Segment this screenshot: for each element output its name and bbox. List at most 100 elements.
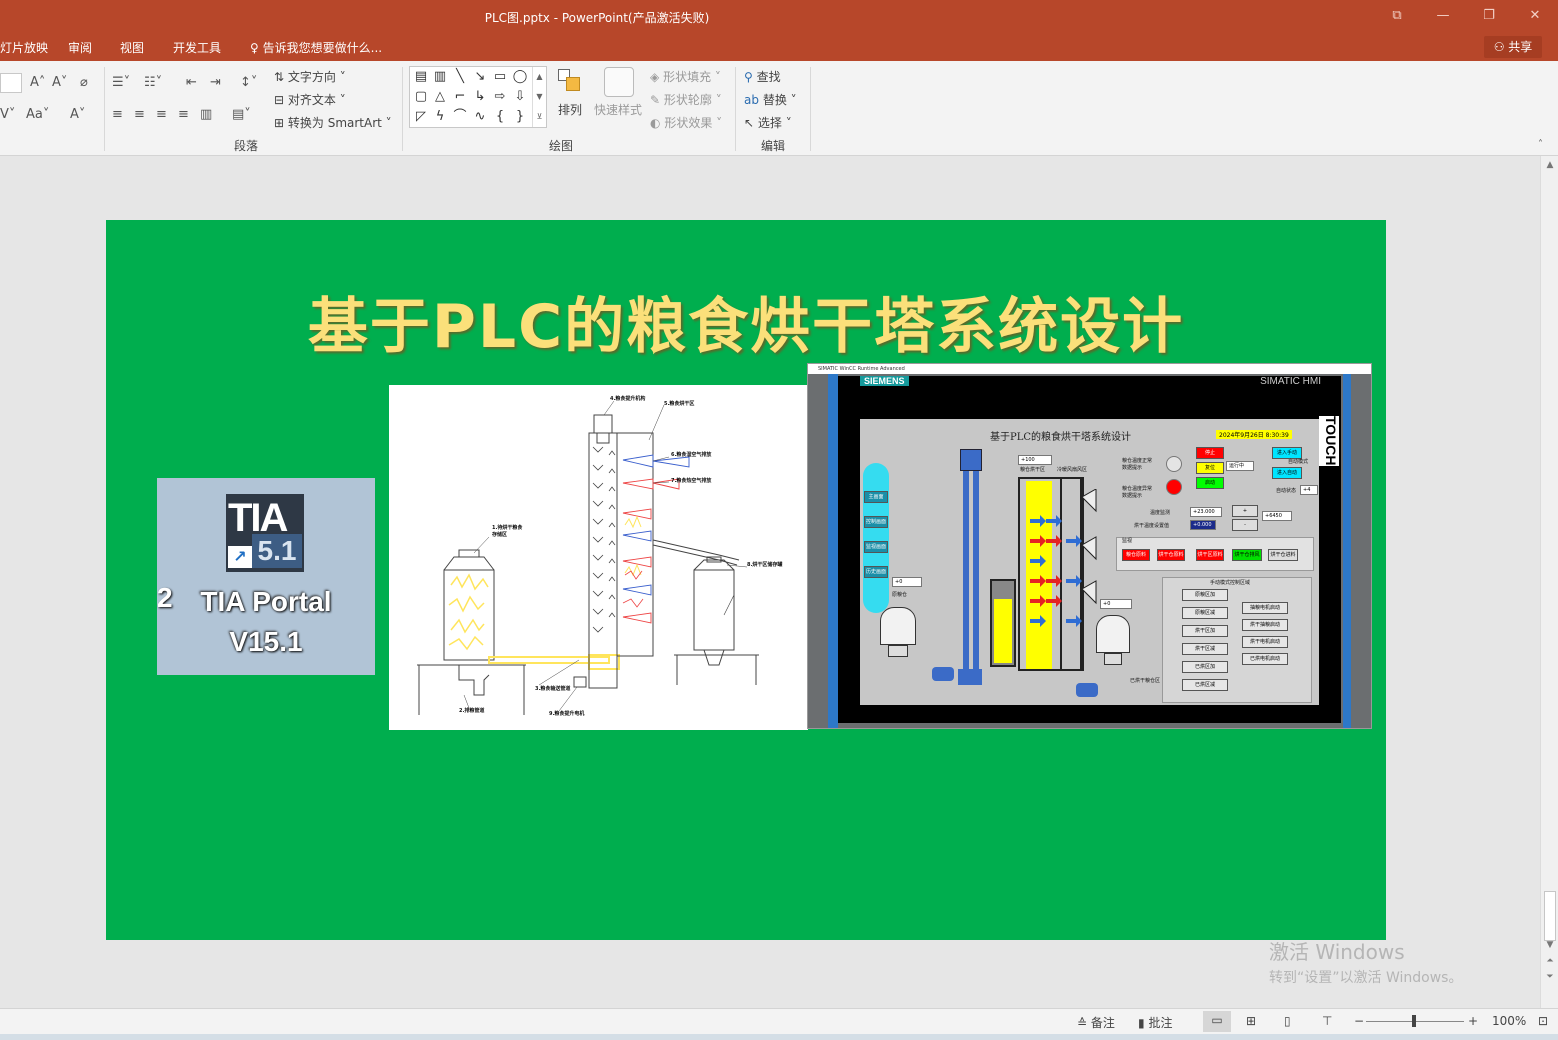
manual-dried-sub[interactable]: 已烘区减 [1182, 679, 1228, 691]
curve-shape-icon[interactable]: ∿ [472, 109, 488, 125]
tab-view[interactable]: 视图 [120, 39, 144, 56]
justify-icon[interactable]: ≡ [178, 107, 189, 122]
align-left-icon[interactable]: ≡ [112, 107, 123, 122]
auto-mode-button[interactable]: 进入自动 [1272, 467, 1302, 479]
slide[interactable]: 基于PLC的粮食烘干塔系统设计 TIA 5.1 ↗ 2 TIA Portal V… [106, 220, 1386, 940]
increase-indent-icon[interactable]: ⇥ [210, 75, 221, 90]
vertical-textbox-shape-icon[interactable]: ▥ [432, 69, 448, 85]
elbow-arrow-shape-icon[interactable]: ↳ [472, 89, 488, 105]
elbow-connector-shape-icon[interactable]: ⌐ [452, 89, 468, 105]
slide-sorter-icon[interactable]: ⊞ [1246, 1014, 1256, 1028]
text-shadow-icon[interactable]: V˅ [0, 107, 15, 122]
select-button[interactable]: ↖ 选择 ˅ [744, 114, 792, 131]
previous-slide-icon[interactable]: ⏶ [1544, 956, 1556, 966]
change-case-icon[interactable]: Aa˅ [26, 107, 49, 122]
line-spacing-icon[interactable]: ↕˅ [240, 75, 257, 90]
zoom-in-icon[interactable]: + [1468, 1014, 1478, 1028]
restore-icon[interactable]: ❐ [1477, 6, 1501, 26]
manual-dry-sub[interactable]: 烘干区减 [1182, 643, 1228, 655]
clear-format-icon[interactable]: ⌀ [80, 75, 88, 90]
gallery-scroll[interactable]: ▲ ▼ ⊻ [532, 67, 546, 127]
next-slide-icon[interactable]: ⏷ [1544, 972, 1556, 982]
right-brace-shape-icon[interactable]: } [512, 109, 528, 125]
oval-shape-icon[interactable]: ◯ [512, 69, 528, 85]
freeform-shape-icon[interactable]: ◸ [413, 109, 429, 125]
close-icon[interactable]: ✕ [1523, 6, 1547, 26]
dried-silo-field[interactable]: +0 [1100, 599, 1132, 609]
replace-button[interactable]: ab 替换 ˅ [744, 91, 797, 108]
decrease-button[interactable]: - [1232, 519, 1258, 531]
line-shape-icon[interactable]: ╲ [452, 69, 468, 85]
zoom-out-icon[interactable]: − [1354, 1014, 1364, 1028]
dryer-process-diagram[interactable]: 4.粮食提升机构 5.粮食烘干区 6.粮食湿空气排放 7.粮食热空气排放 1.待… [389, 385, 808, 730]
top-level-field[interactable]: +100 [1018, 455, 1052, 465]
rounded-rect-shape-icon[interactable]: ▢ [413, 89, 429, 105]
comments-button[interactable]: ▮ 批注 [1138, 1014, 1172, 1031]
nav-history-screen[interactable]: 历史画面 [864, 566, 888, 578]
tia-portal-image[interactable]: TIA 5.1 ↗ 2 TIA Portal V15.1 [157, 478, 375, 675]
increase-button[interactable]: + [1232, 505, 1258, 517]
nav-control-screen[interactable]: 控制画面 [864, 516, 888, 528]
tell-me-box[interactable]: ♀ 告诉我您想要做什么... [250, 39, 382, 56]
font-color-icon[interactable]: A˅ [70, 107, 85, 122]
scroll-thumb[interactable] [1544, 891, 1556, 941]
zoom-level[interactable]: 100% [1492, 1014, 1526, 1028]
arrange-button[interactable]: 排列 [558, 101, 582, 118]
nav-main-screen[interactable]: 主画面 [864, 491, 888, 503]
fit-to-window-icon[interactable]: ⊡ [1538, 1014, 1548, 1028]
slideshow-view-icon[interactable]: ⊤ [1322, 1014, 1332, 1028]
decrease-indent-icon[interactable]: ⇤ [186, 75, 197, 90]
zoom-slider-thumb[interactable] [1412, 1015, 1416, 1027]
ribbon-display-options-icon[interactable]: ⧉ [1385, 6, 1409, 26]
reset-button[interactable]: 复位 [1196, 462, 1224, 474]
shape-effects-button[interactable]: ◐ 形状效果 ˅ [650, 114, 722, 131]
minimize-icon[interactable]: — [1431, 6, 1455, 26]
decrease-font-icon[interactable]: A˅ [52, 75, 67, 90]
quick-styles-button[interactable]: 快速样式 [594, 101, 642, 118]
align-text-button[interactable]: ⊟ 对齐文本 ˅ [274, 91, 346, 108]
align-right-icon[interactable]: ≡ [156, 107, 167, 122]
manual-feed-motor[interactable]: 抽粮电机启动 [1242, 602, 1288, 614]
bullets-icon[interactable]: ☰˅ [112, 75, 130, 90]
tab-slideshow[interactable]: 幻灯片放映 [0, 39, 48, 56]
manual-dried-motor[interactable]: 已烘电机启动 [1242, 653, 1288, 665]
normal-view-icon[interactable]: ▭ [1203, 1011, 1231, 1032]
notes-button[interactable]: ≙ 备注 [1077, 1014, 1115, 1031]
scroll-up-icon[interactable]: ▲ [1544, 160, 1556, 170]
manual-dry-feed[interactable]: 烘干抽粮启动 [1242, 619, 1288, 631]
scribble-shape-icon[interactable]: ϟ [432, 109, 448, 125]
tab-review[interactable]: 审阅 [68, 39, 92, 56]
tab-developer[interactable]: 开发工具 [173, 39, 221, 56]
right-arrow-shape-icon[interactable]: ⇨ [492, 89, 508, 105]
collapse-ribbon-icon[interactable]: ˄ [1538, 139, 1543, 150]
stop-button[interactable]: 停止 [1196, 447, 1224, 459]
align-center-icon[interactable]: ≡ [134, 107, 145, 122]
textbox-shape-icon[interactable]: ▤ [413, 69, 429, 85]
shapes-gallery[interactable]: ▤ ▥ ╲ ↘ ▭ ◯ ▢ △ ⌐ ↳ ⇨ ⇩ ◸ ϟ ⌒ ∿ { } ▲ ▼ ⊻ [409, 66, 547, 128]
distribute-icon[interactable]: ▥ [200, 107, 212, 122]
manual-dry-motor[interactable]: 烘干电机启动 [1242, 636, 1288, 648]
nav-monitor-screen[interactable]: 监视画面 [864, 541, 888, 553]
down-arrow-shape-icon[interactable]: ⇩ [512, 89, 528, 105]
columns-icon[interactable]: ▤˅ [232, 107, 251, 122]
share-button[interactable]: ⚇ 共享 [1484, 36, 1542, 58]
font-size-input[interactable] [0, 73, 22, 93]
numbering-icon[interactable]: ☷˅ [144, 75, 162, 90]
scroll-down-icon[interactable]: ▼ [1544, 940, 1556, 950]
manual-dried-add[interactable]: 已烘区加 [1182, 661, 1228, 673]
shape-fill-button[interactable]: ◈ 形状填充 ˅ [650, 68, 721, 85]
arc-shape-icon[interactable]: ⌒ [452, 109, 468, 125]
temp-setpoint-field[interactable]: +0.000 [1190, 520, 1216, 530]
left-brace-shape-icon[interactable]: { [492, 109, 508, 125]
manual-dry-add[interactable]: 烘干区加 [1182, 625, 1228, 637]
wincc-hmi-screenshot[interactable]: SIMATIC WinCC Runtime Advanced SIEMENS S… [807, 363, 1372, 729]
reading-view-icon[interactable]: ▯ [1284, 1014, 1291, 1028]
manual-raw-add[interactable]: 原粮区加 [1182, 589, 1228, 601]
smartart-button[interactable]: ⊞ 转换为 SmartArt ˅ [274, 114, 392, 131]
increase-font-icon[interactable]: A˄ [30, 75, 45, 90]
slide-title[interactable]: 基于PLC的粮食烘干塔系统设计 [106, 278, 1386, 365]
arrow-line-shape-icon[interactable]: ↘ [472, 69, 488, 85]
text-direction-button[interactable]: ⇅ 文字方向 ˅ [274, 68, 346, 85]
rectangle-shape-icon[interactable]: ▭ [492, 69, 508, 85]
find-button[interactable]: ⚲ 查找 [744, 68, 781, 85]
